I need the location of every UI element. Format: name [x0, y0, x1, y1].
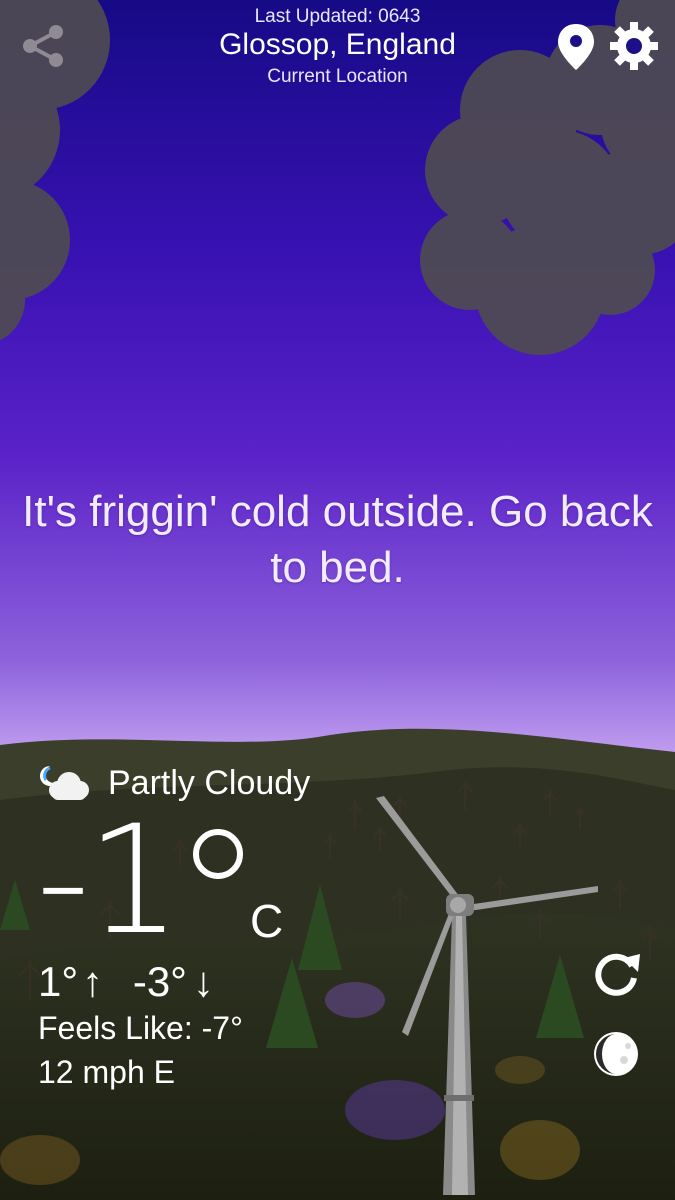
- feels-like-label: Feels Like: -7°: [38, 1010, 243, 1046]
- high-arrow-icon: ↑: [82, 958, 104, 1005]
- degree-symbol: [193, 829, 243, 879]
- wind-label: 12 mph E: [38, 1054, 175, 1090]
- refresh-icon[interactable]: [588, 944, 644, 1000]
- high-temp: 1°: [38, 958, 79, 1005]
- moon-phase-icon[interactable]: [590, 1028, 642, 1080]
- temperature-value: -1: [36, 794, 182, 968]
- high-low-temps: 1°↑ -3° ↓: [38, 958, 214, 1006]
- temperature-unit: C: [250, 895, 284, 947]
- low-arrow-icon: ↓: [192, 958, 214, 1005]
- location-pin-icon[interactable]: [556, 22, 596, 72]
- weather-message: It's friggin' cold outside. Go back to b…: [22, 487, 653, 592]
- low-temp: -3°: [132, 958, 187, 1005]
- gear-icon[interactable]: [608, 20, 660, 72]
